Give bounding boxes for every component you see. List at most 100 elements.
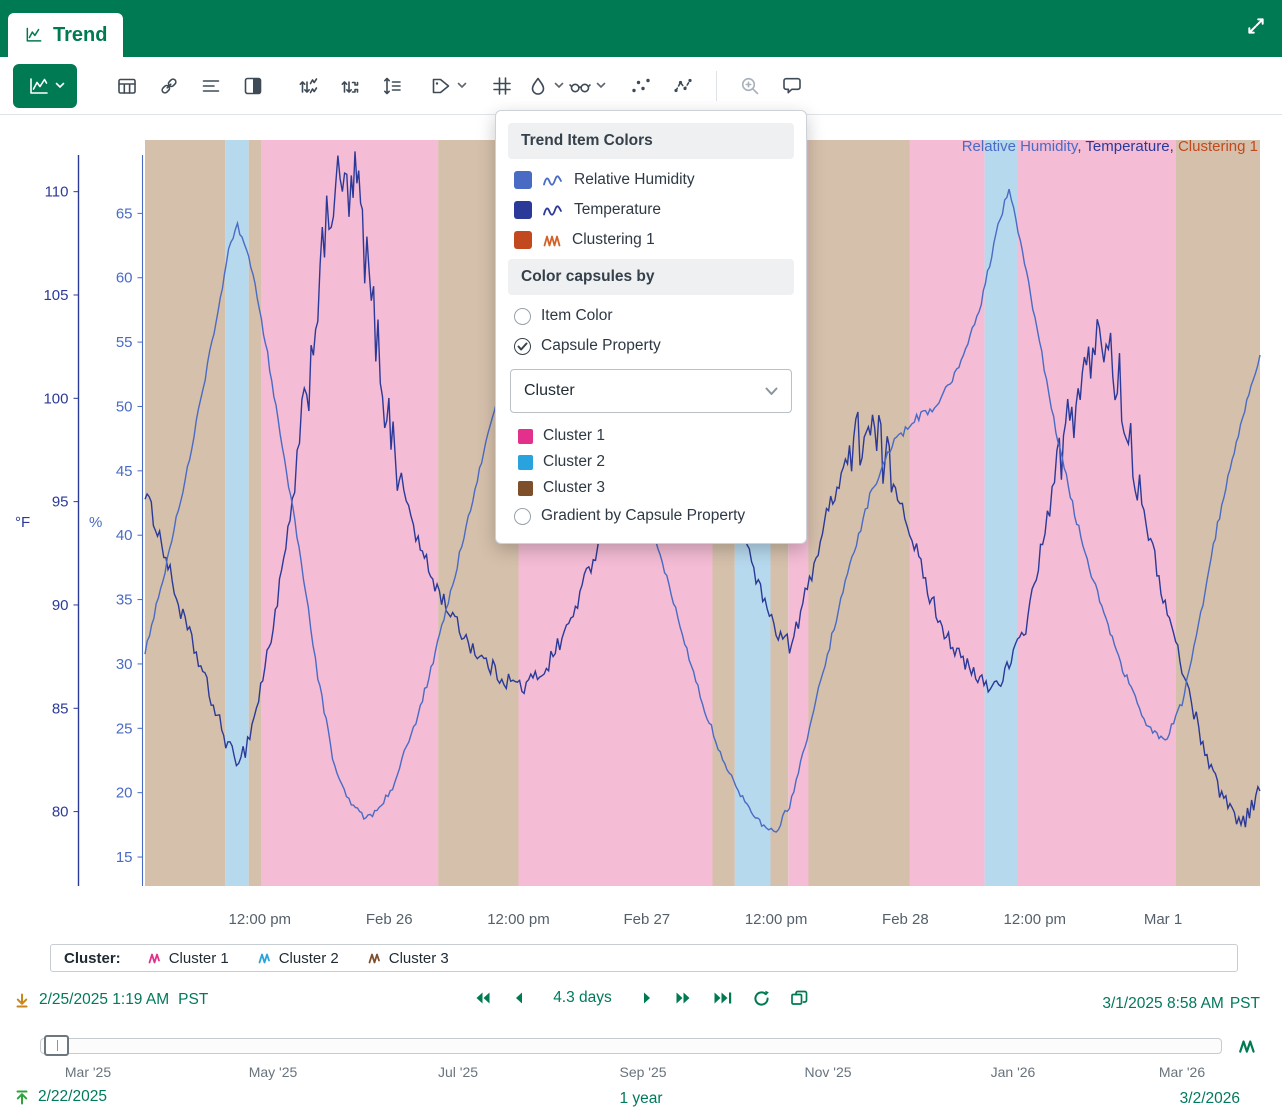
- gradient-icon[interactable]: [524, 65, 564, 107]
- cluster-label: Cluster 1: [543, 427, 605, 445]
- chain-view-icon[interactable]: [149, 65, 189, 107]
- duplicate-range-button[interactable]: [790, 990, 809, 1006]
- fast-forward-button[interactable]: [674, 990, 692, 1006]
- compress-axes-icon[interactable]: [372, 65, 412, 107]
- legend-cluster-2[interactable]: Cluster 2: [257, 950, 339, 967]
- capsule-time-icon[interactable]: [107, 65, 147, 107]
- capsule-band-cluster-1[interactable]: [910, 140, 985, 886]
- duration-label[interactable]: 4.3 days: [545, 989, 620, 1007]
- capsule-lane-legend: Cluster: Cluster 1 Cluster 2 Cluster 3: [50, 944, 1238, 972]
- cluster-legend-label: Cluster 3: [389, 950, 449, 967]
- capsule-band-cluster-3[interactable]: [145, 140, 225, 886]
- timeline-duration[interactable]: 1 year: [0, 1090, 1282, 1108]
- trend-item-temperature[interactable]: Temperature: [508, 195, 794, 225]
- radio-label: Capsule Property: [541, 337, 661, 355]
- legend-item-relative-humidity[interactable]: Relative Humidity: [962, 138, 1078, 155]
- timeline-month-label: Mar '26: [1159, 1064, 1205, 1080]
- capsule-band-cluster-3[interactable]: [808, 140, 910, 886]
- capsule-color-cluster-1[interactable]: Cluster 1: [508, 423, 794, 449]
- trend-item-relative-humidity[interactable]: Relative Humidity: [508, 165, 794, 195]
- capsule-color-cluster-3[interactable]: Cluster 3: [508, 475, 794, 501]
- cluster-label: Cluster 2: [543, 453, 605, 471]
- y-tick-label: 30: [116, 656, 133, 673]
- cluster-legend-label: Cluster 2: [279, 950, 339, 967]
- cluster-label: Cluster 3: [543, 479, 605, 497]
- select-value: Cluster: [524, 382, 575, 400]
- x-tick-label: 12:00 pm: [487, 911, 550, 928]
- legend-item-clustering-1[interactable]: Clustering 1: [1178, 138, 1258, 155]
- legend-cluster-3[interactable]: Cluster 3: [367, 950, 449, 967]
- y-tick-label: 55: [116, 334, 133, 351]
- capsule-band-cluster-3[interactable]: [249, 140, 261, 886]
- y-tick-label: 90: [52, 597, 69, 614]
- trend-item-label: Temperature: [574, 201, 661, 219]
- timeline-track[interactable]: [40, 1038, 1222, 1054]
- display-range-controls: 2/25/2025 1:19 AM PST 4.3 days 3/1/2025 …: [0, 986, 1282, 1020]
- capsule-color-cluster-2[interactable]: Cluster 2: [508, 449, 794, 475]
- capsule-band-cluster-1[interactable]: [261, 140, 438, 886]
- chart-legend: Relative Humidity, Temperature, Clusteri…: [962, 138, 1258, 155]
- radio-label: Gradient by Capsule Property: [541, 507, 745, 525]
- cluster-legend-label: Cluster 1: [169, 950, 229, 967]
- samples-icon[interactable]: [621, 65, 661, 107]
- radio-checked-icon: [514, 338, 531, 355]
- interpolation-icon[interactable]: [663, 65, 703, 107]
- expand-icon[interactable]: [1246, 16, 1268, 38]
- capsule-band-cluster-1[interactable]: [1018, 140, 1175, 886]
- color-swatch[interactable]: [514, 201, 532, 219]
- toolbar-separator: [716, 71, 717, 101]
- dimming-icon[interactable]: [233, 65, 273, 107]
- y-tick-label: 15: [116, 849, 133, 866]
- y-tick-label: 110: [45, 184, 69, 201]
- trend-item-label: Clustering 1: [572, 231, 655, 249]
- labels-icon[interactable]: [427, 65, 467, 107]
- zoom-in-icon[interactable]: [730, 65, 770, 107]
- timeline-capsules-icon[interactable]: [1238, 1037, 1258, 1060]
- capsule-property-select[interactable]: Cluster: [510, 369, 792, 413]
- refresh-button[interactable]: [753, 990, 770, 1007]
- series-line-icon: [542, 173, 564, 188]
- y-axis-humidity[interactable]: 1520253035404550556065%: [89, 155, 143, 886]
- fast-rewind-button[interactable]: [473, 990, 491, 1006]
- step-forward-button[interactable]: [640, 990, 654, 1006]
- legend-cluster-1[interactable]: Cluster 1: [147, 950, 229, 967]
- timeline-axis: Mar '25May '25Jul '25Sep '25Nov '25Jan '…: [0, 1064, 1282, 1082]
- trend-views-button[interactable]: [13, 64, 77, 108]
- radio-gradient-by-capsule-property[interactable]: Gradient by Capsule Property: [508, 501, 794, 531]
- tab-trend[interactable]: Trend: [8, 13, 123, 57]
- range-end-timezone: PST: [1230, 995, 1260, 1013]
- condition-zigzag-icon: [542, 233, 562, 248]
- timeline-end-date[interactable]: 3/2/2026: [1180, 1090, 1240, 1108]
- y-axis-unit: %: [89, 514, 102, 531]
- gridlines-icon[interactable]: [482, 65, 522, 107]
- annotation-icon[interactable]: [772, 65, 812, 107]
- timeline-selection-handle[interactable]: [44, 1035, 69, 1056]
- caret-down-icon: [55, 82, 65, 89]
- caret-down-icon: [554, 82, 564, 89]
- trend-item-clustering-1[interactable]: Clustering 1: [508, 225, 794, 255]
- radio-capsule-property[interactable]: Capsule Property: [508, 331, 794, 361]
- capsule-preview-icon[interactable]: [566, 65, 606, 107]
- x-tick-label: Feb 28: [882, 911, 929, 928]
- capsule-band-cluster-2[interactable]: [985, 140, 1019, 886]
- cluster-legend-title: Cluster:: [64, 950, 121, 967]
- tab-label: Trend: [53, 24, 107, 47]
- compress-lanes-alt-icon[interactable]: [330, 65, 370, 107]
- radio-item-color[interactable]: Item Color: [508, 301, 794, 331]
- color-swatch[interactable]: [514, 231, 532, 249]
- step-back-button[interactable]: [511, 990, 525, 1006]
- capsule-band-cluster-3[interactable]: [1175, 140, 1260, 886]
- y-axis-temperature[interactable]: 80859095100105110°F: [15, 155, 79, 886]
- skip-to-end-button[interactable]: [712, 990, 733, 1006]
- compress-lanes-icon[interactable]: [288, 65, 328, 107]
- display-range-end[interactable]: 3/1/2025 8:58 AM PST: [1102, 995, 1260, 1013]
- legend-item-temperature[interactable]: Temperature: [1085, 138, 1169, 155]
- y-tick-label: 105: [43, 287, 68, 304]
- color-swatch[interactable]: [514, 171, 532, 189]
- timeline-month-label: Jan '26: [991, 1064, 1036, 1080]
- series-line-icon: [542, 203, 564, 218]
- caret-down-icon: [457, 82, 467, 89]
- color-swatch: [518, 455, 533, 470]
- details-icon[interactable]: [191, 65, 231, 107]
- timeline-month-label: Mar '25: [65, 1064, 111, 1080]
